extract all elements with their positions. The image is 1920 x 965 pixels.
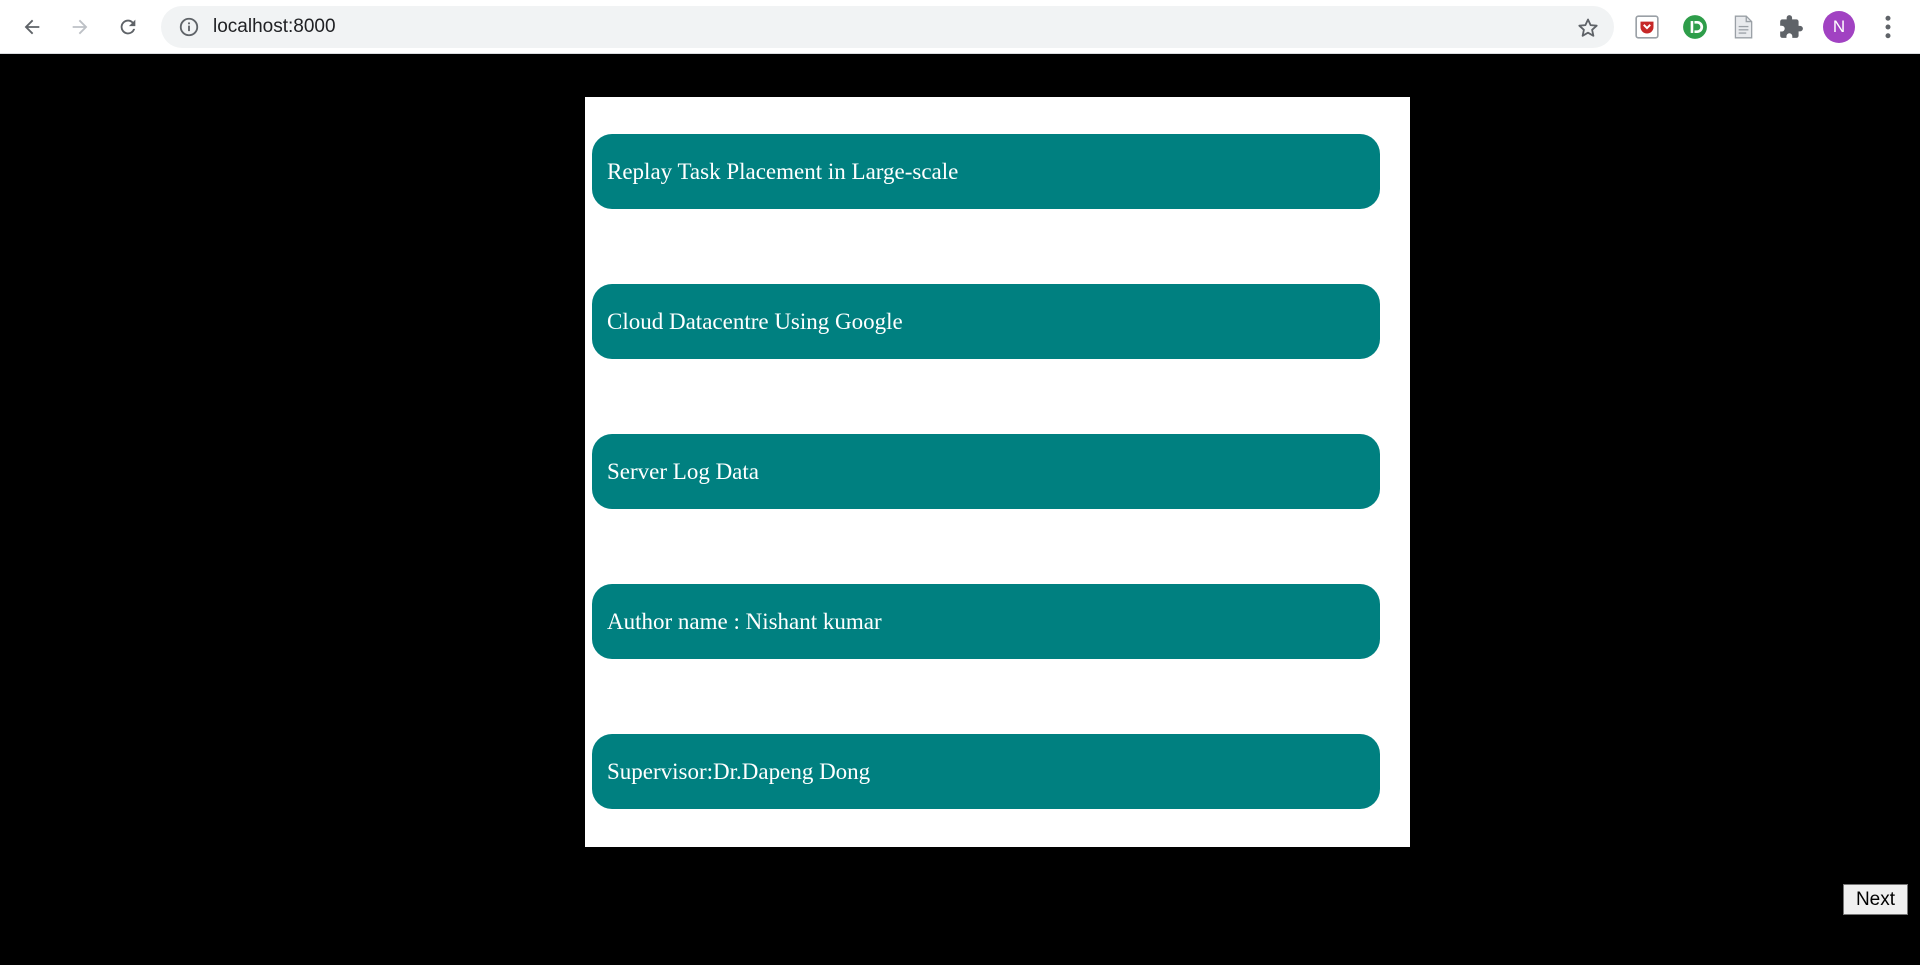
- pocket-extension-button[interactable]: [1632, 12, 1662, 42]
- card-author: Author name : Nishant kumar: [592, 584, 1380, 659]
- reload-button[interactable]: [112, 11, 144, 43]
- back-arrow-icon: [24, 19, 40, 35]
- more-vert-icon[interactable]: [1873, 12, 1903, 42]
- address-bar[interactable]: localhost:8000: [161, 6, 1614, 48]
- document-extension-button[interactable]: [1728, 12, 1758, 42]
- back-button[interactable]: [16, 11, 48, 43]
- forward-button[interactable]: [64, 11, 96, 43]
- url-text[interactable]: localhost:8000: [213, 6, 336, 48]
- extensions-button[interactable]: [1776, 12, 1806, 42]
- next-button[interactable]: Next: [1843, 884, 1908, 915]
- profile-avatar[interactable]: N: [1823, 11, 1855, 43]
- document-extension-icon: [1734, 15, 1753, 39]
- forward-arrow-icon: [72, 19, 88, 35]
- browser-toolbar: localhost:8000 N: [0, 0, 1920, 54]
- green-extension-button[interactable]: [1680, 12, 1710, 42]
- info-icon[interactable]: [178, 16, 200, 38]
- content-panel: Replay Task Placement in Large-scale Clo…: [585, 97, 1410, 847]
- card-project-title-line2: Cloud Datacentre Using Google: [592, 284, 1380, 359]
- green-extension-icon: [1683, 15, 1707, 39]
- card-project-title-line1: Replay Task Placement in Large-scale: [592, 134, 1380, 209]
- reload-icon: [120, 19, 136, 35]
- puzzle-extensions-icon: [1780, 15, 1803, 38]
- star-icon[interactable]: [1576, 16, 1600, 40]
- pocket-extension-icon: [1635, 15, 1659, 39]
- card-data-source: Server Log Data: [592, 434, 1380, 509]
- card-supervisor: Supervisor:Dr.Dapeng Dong: [592, 734, 1380, 809]
